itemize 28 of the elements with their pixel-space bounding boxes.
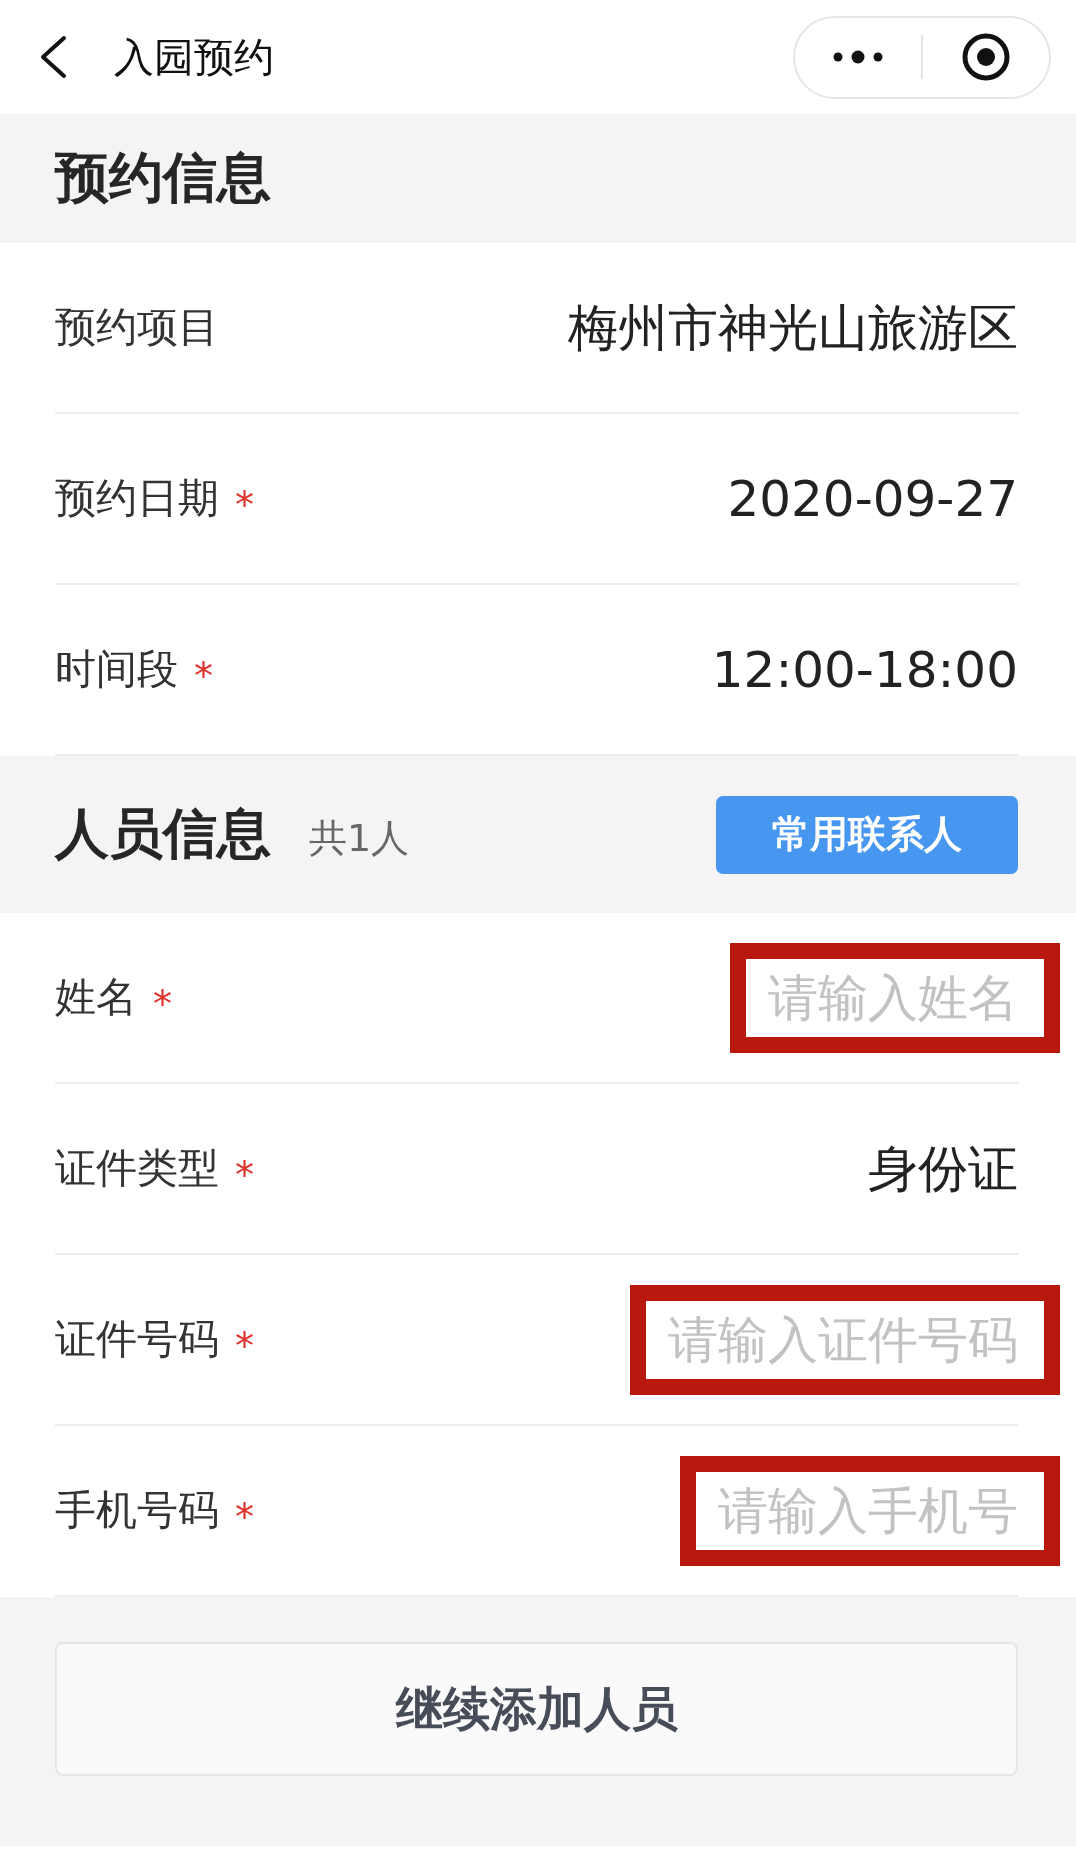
input-field[interactable]: 请输入姓名 <box>730 942 1060 1053</box>
required-mark: * <box>235 1155 254 1194</box>
field-value: 身份证 <box>868 1138 1018 1200</box>
field-value: 2020-09-27 <box>727 468 1018 530</box>
input-field[interactable]: 请输入手机号 <box>680 1455 1060 1566</box>
section-title: 人员信息 <box>55 801 271 867</box>
person-count: 共1人 <box>309 815 410 862</box>
input-field[interactable]: 请输入证件号码 <box>630 1284 1060 1395</box>
more-icon[interactable] <box>833 50 883 64</box>
field-label: 姓名 <box>55 972 137 1023</box>
section-title: 预约信息 <box>55 145 271 211</box>
field-label: 预约项目 <box>55 302 219 353</box>
required-mark: * <box>235 1326 254 1365</box>
field-label: 时间段 <box>55 644 178 695</box>
field-value: 12:00-18:00 <box>711 639 1018 701</box>
field-value: 梅州市神光山旅游区 <box>568 297 1018 359</box>
back-icon[interactable] <box>38 35 68 79</box>
add-person-button[interactable]: 继续添加人员 <box>55 1642 1018 1776</box>
field-label: 证件类型 <box>55 1143 219 1194</box>
required-mark: * <box>235 485 254 524</box>
required-mark: * <box>194 656 213 695</box>
ring-dot-icon[interactable] <box>962 33 1010 81</box>
page-title: 入园预约 <box>114 33 274 81</box>
required-mark: * <box>153 984 172 1023</box>
field-label: 手机号码 <box>55 1485 219 1536</box>
field-label: 预约日期 <box>55 473 219 524</box>
field-label: 证件号码 <box>55 1314 219 1365</box>
required-mark: * <box>235 1497 254 1536</box>
